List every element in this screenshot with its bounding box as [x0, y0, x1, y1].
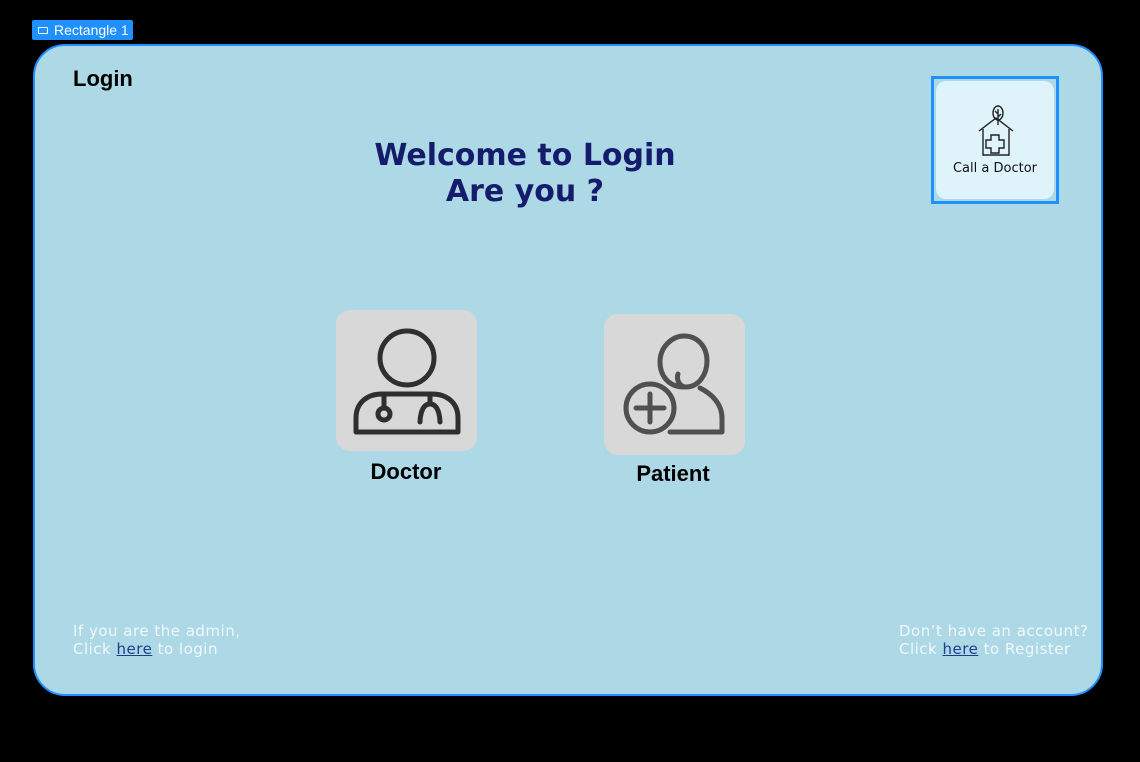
admin-click-suffix: to login: [152, 640, 218, 658]
doctor-stethoscope-icon: [353, 328, 461, 435]
patient-label: Patient: [636, 461, 710, 486]
welcome-line: Welcome to Login: [374, 138, 676, 173]
login-card: Login Welcome to Login Are you ? Call a …: [33, 44, 1103, 696]
admin-click-prefix: Click: [73, 640, 117, 658]
rectangle-icon: [38, 26, 48, 34]
register-click-prefix: Click: [899, 640, 943, 658]
register-note: Don’t have an account? Click here to Reg…: [899, 622, 1088, 658]
admin-login-note: If you are the admin, Click here to logi…: [73, 622, 240, 658]
doctor-label: Doctor: [370, 459, 442, 484]
admin-note-line: If you are the admin,: [73, 622, 241, 640]
logo-text: Call a Doctor: [952, 161, 1037, 176]
register-link[interactable]: here: [943, 640, 979, 658]
house-medical-tree-icon: [978, 105, 1014, 156]
logo-box: Call a Doctor: [931, 76, 1059, 204]
register-click-suffix: to Register: [978, 640, 1071, 658]
patient-add-icon: [623, 333, 725, 435]
patient-button[interactable]: [604, 314, 745, 455]
frame-tag-label: Rectangle 1: [54, 22, 129, 38]
frame-tag: Rectangle 1: [32, 20, 133, 40]
admin-login-link[interactable]: here: [117, 640, 153, 658]
page-title: Login: [73, 66, 133, 91]
question-line: Are you ?: [445, 174, 605, 209]
register-note-line: Don’t have an account?: [899, 622, 1089, 640]
welcome-heading: Welcome to Login Are you ?: [305, 138, 745, 210]
logo: Call a Doctor: [936, 81, 1054, 199]
doctor-button[interactable]: [336, 310, 477, 451]
